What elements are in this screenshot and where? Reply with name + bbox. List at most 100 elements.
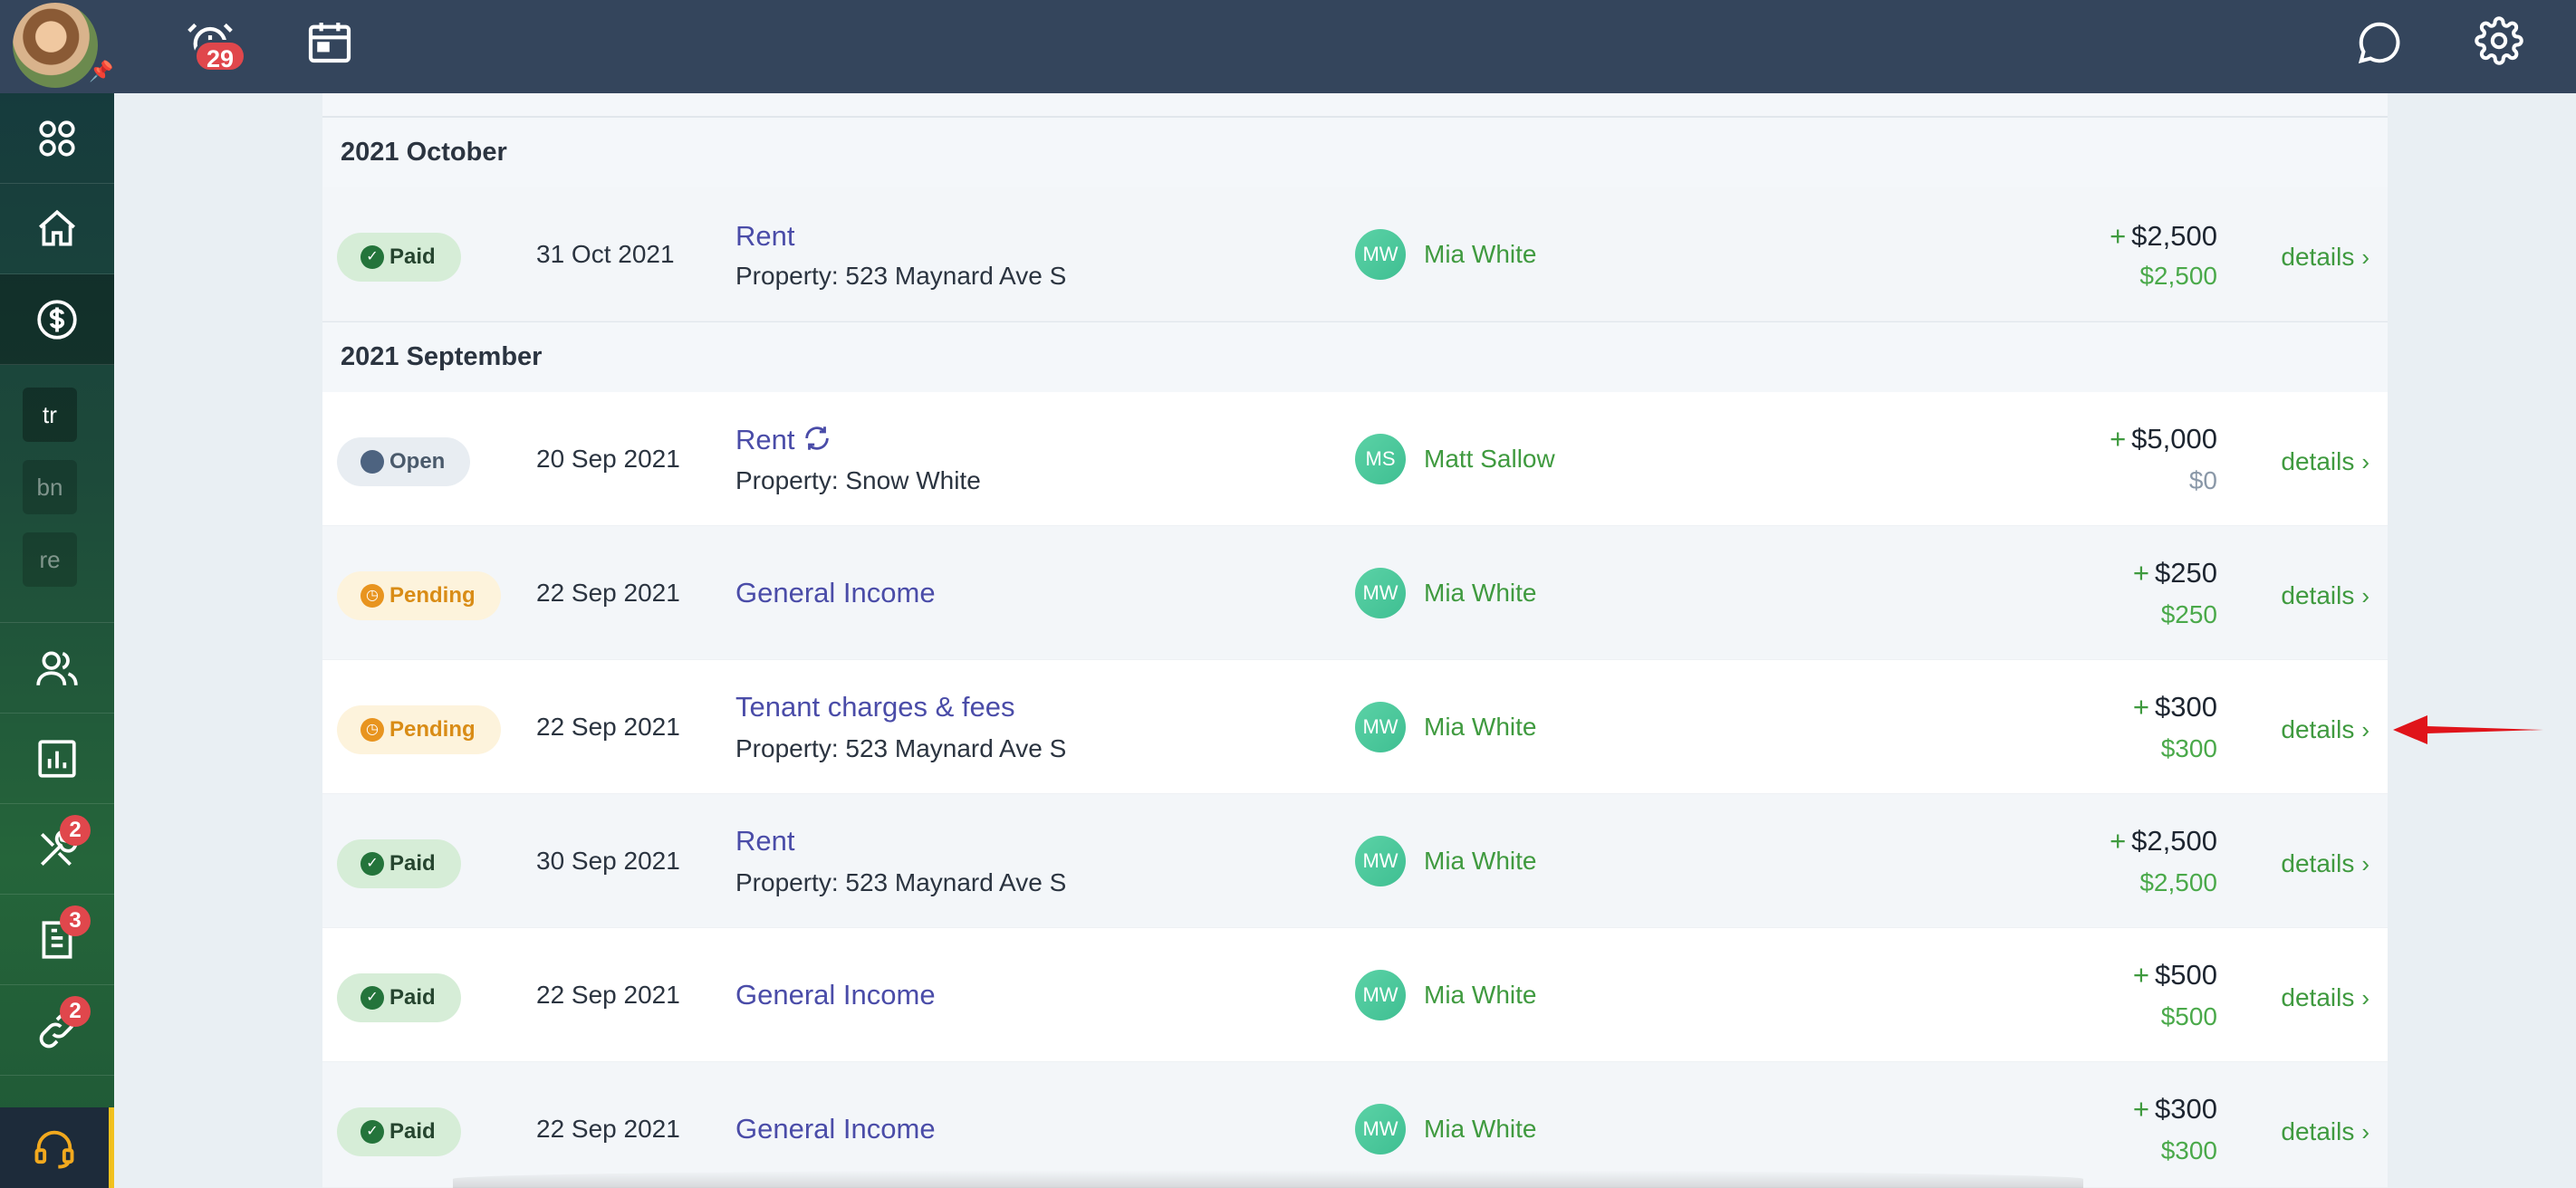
check-icon: ✓: [360, 245, 384, 269]
avatar: MW: [1355, 229, 1406, 280]
transaction-date: 30 Sep 2021: [536, 847, 680, 875]
home-icon: [39, 209, 75, 246]
month-label: 2021 October: [341, 138, 507, 167]
table-row[interactable]: Open 20 Sep 2021 Rent Property: Snow Whi…: [322, 392, 2388, 526]
table-row[interactable]: ◷ Pending 22 Sep 2021 General Income MW M…: [322, 526, 2388, 660]
transaction-date: 22 Sep 2021: [536, 1115, 680, 1143]
table-row[interactable]: ✓ Paid 30 Sep 2021 Rent Property: 523 May…: [322, 794, 2388, 928]
list-top-strip: [322, 93, 2388, 117]
details-link[interactable]: details ›: [2281, 1117, 2369, 1146]
transaction-date: 22 Sep 2021: [536, 713, 680, 741]
person-name-link[interactable]: Matt Sallow: [1424, 445, 1555, 474]
transaction-property: Property: 523 Maynard Ave S: [735, 734, 1067, 762]
details-link[interactable]: details ›: [2281, 983, 2369, 1012]
details-link[interactable]: details ›: [2281, 447, 2369, 476]
transaction-title-link[interactable]: Rent: [735, 825, 794, 857]
transaction-date: 22 Sep 2021: [536, 981, 680, 1009]
amount: + $5,000: [2110, 423, 2217, 455]
transaction-title-link[interactable]: General Income: [735, 577, 936, 609]
transaction-date: 22 Sep 2021: [536, 579, 680, 607]
transaction-title-link[interactable]: Tenant charges & fees: [735, 691, 1014, 723]
calendar-icon[interactable]: [304, 16, 355, 67]
check-icon: ✓: [360, 852, 384, 876]
amount: + $2,500: [2110, 220, 2217, 252]
table-row[interactable]: ✓ Paid 22 Sep 2021 General Income MW Mia …: [322, 928, 2388, 1062]
avatar: MW: [1355, 702, 1406, 752]
transaction-title-link[interactable]: General Income: [735, 979, 936, 1011]
status-badge: Open: [337, 437, 471, 486]
workspace-bn[interactable]: bn: [23, 460, 77, 514]
month-header: 2021 October: [322, 117, 2388, 187]
clock-icon: ◷: [360, 718, 384, 742]
details-link[interactable]: details ›: [2281, 715, 2369, 744]
notifications-badge: 29: [194, 40, 246, 72]
sidebar: tr bn re 2 3 2: [0, 93, 114, 1188]
status-badge: ✓ Paid: [337, 1107, 461, 1156]
details-link[interactable]: details ›: [2281, 243, 2369, 272]
gear-icon[interactable]: [2475, 16, 2525, 67]
avatar: MW: [1355, 970, 1406, 1020]
circle-icon: [360, 450, 384, 474]
month-header: 2021 September: [322, 321, 2388, 392]
person-name-link[interactable]: Mia White: [1424, 579, 1536, 608]
check-icon: ✓: [360, 1120, 384, 1144]
amount: + $500: [2132, 959, 2217, 991]
transaction-property: Property: 523 Maynard Ave S: [735, 868, 1067, 896]
paid-amount: $2,500: [2139, 868, 2217, 896]
workspace-re[interactable]: re: [23, 532, 77, 587]
sidebar-item-home[interactable]: [0, 184, 114, 274]
check-icon: ✓: [360, 986, 384, 1010]
clock-icon: ◷: [360, 584, 384, 608]
annotation-arrow-icon: [2393, 715, 2543, 744]
transaction-date: 20 Sep 2021: [536, 445, 680, 473]
chat-icon[interactable]: [2355, 18, 2406, 69]
avatar: MW: [1355, 836, 1406, 886]
paid-amount: $300: [2160, 734, 2217, 762]
status-badge: ✓ Paid: [337, 973, 461, 1022]
table-row[interactable]: ◷ Pending 22 Sep 2021 Tenant charges & fe…: [322, 660, 2388, 794]
transaction-title-link[interactable]: General Income: [735, 1113, 936, 1145]
grid-icon: [39, 120, 75, 157]
chevron-right-icon: ›: [2361, 1118, 2369, 1145]
pin-icon: 📌: [89, 60, 114, 82]
person-name-link[interactable]: Mia White: [1424, 981, 1536, 1010]
sidebar-item-reports[interactable]: [0, 714, 114, 804]
sidebar-item-accounting[interactable]: [0, 274, 114, 365]
status-badge: ✓ Paid: [337, 839, 461, 888]
sidebar-item-integrations[interactable]: 2: [0, 985, 114, 1076]
top-bar: 📌 29: [0, 0, 2576, 93]
person-name-link[interactable]: Mia White: [1424, 847, 1536, 876]
transaction-title-link[interactable]: Rent: [735, 220, 794, 253]
details-link[interactable]: details ›: [2281, 849, 2369, 878]
avatar: MW: [1355, 568, 1406, 618]
bar-chart-icon: [38, 739, 76, 778]
transaction-property: Property: Snow White: [735, 466, 981, 494]
amount: + $250: [2132, 557, 2217, 589]
sidebar-item-maintenance[interactable]: 2: [0, 804, 114, 895]
person-name-link[interactable]: Mia White: [1424, 240, 1536, 269]
sidebar-item-people[interactable]: [0, 623, 114, 714]
sidebar-item-dashboard[interactable]: [0, 93, 114, 184]
table-row[interactable]: ✓ Paid 31 Oct 2021 Rent Property: 523 May…: [322, 187, 2388, 321]
maintenance-badge: 2: [60, 815, 91, 846]
headset-icon: [34, 1130, 74, 1169]
dollar-circle-icon: [37, 299, 77, 340]
sidebar-item-documents[interactable]: 3: [0, 895, 114, 985]
users-icon: [36, 650, 78, 685]
sidebar-workspaces: tr bn re: [0, 365, 114, 623]
details-link[interactable]: details ›: [2281, 581, 2369, 610]
amount: + $300: [2132, 691, 2217, 723]
paid-amount: $0: [2188, 466, 2217, 494]
recurring-icon: [805, 426, 830, 450]
person-name-link[interactable]: Mia White: [1424, 1115, 1536, 1144]
avatar: MS: [1355, 434, 1406, 484]
user-avatar[interactable]: [13, 3, 98, 88]
status-badge: ◷ Pending: [337, 571, 501, 620]
transaction-title-link[interactable]: Rent: [735, 423, 832, 456]
month-label: 2021 September: [341, 342, 543, 371]
workspace-tr[interactable]: tr: [23, 388, 77, 442]
chevron-right-icon: ›: [2361, 850, 2369, 877]
person-name-link[interactable]: Mia White: [1424, 713, 1536, 742]
support-button[interactable]: [0, 1107, 114, 1188]
paid-amount: $2,500: [2139, 262, 2217, 290]
